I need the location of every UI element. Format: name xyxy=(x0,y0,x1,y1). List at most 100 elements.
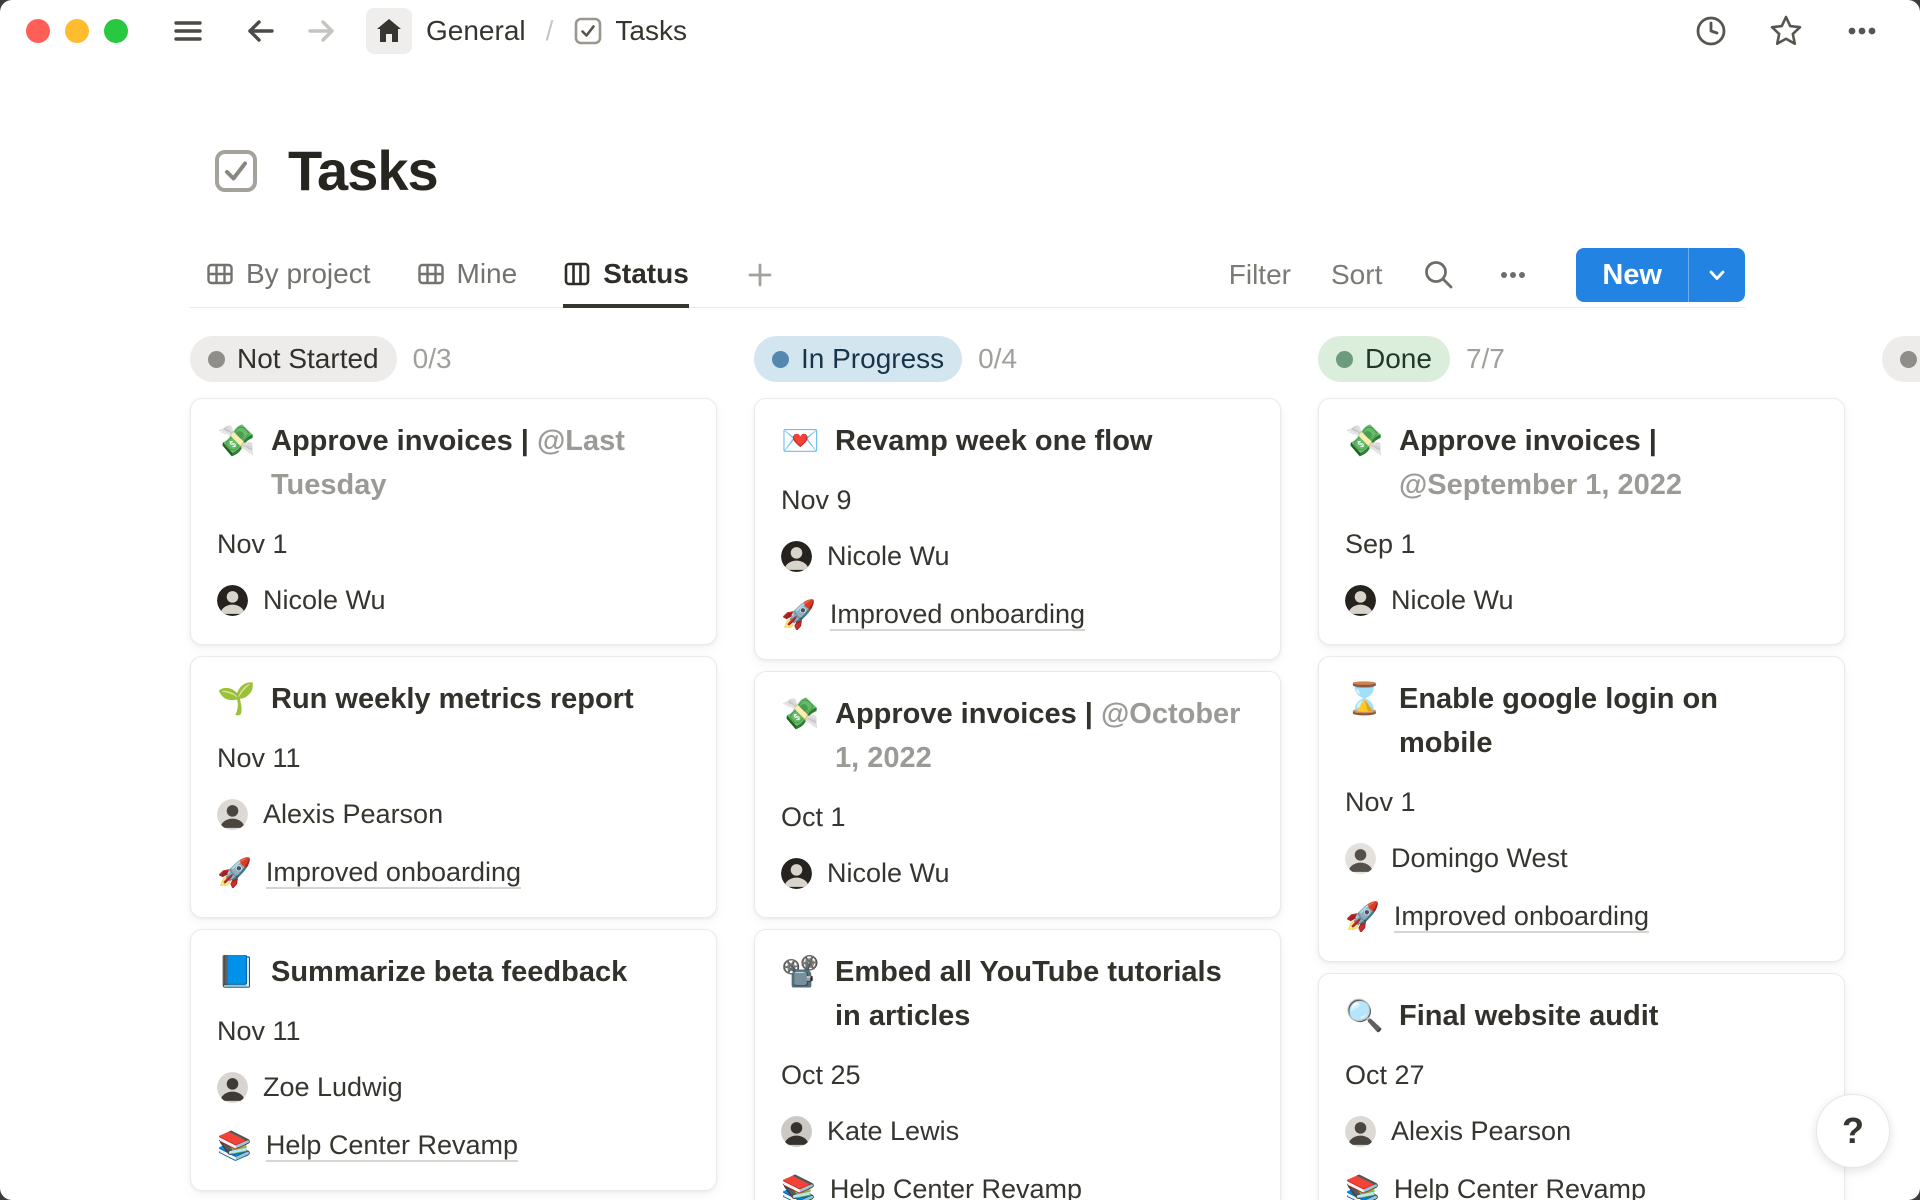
avatar xyxy=(1345,843,1376,874)
project-link[interactable]: Improved onboarding xyxy=(1394,901,1649,932)
card-title-text: Final website audit xyxy=(1399,994,1818,1038)
task-card[interactable]: 🌱Run weekly metrics reportNov 11Alexis P… xyxy=(190,656,717,918)
breadcrumb-root[interactable]: General xyxy=(426,15,526,47)
tab-status[interactable]: Status xyxy=(563,243,689,308)
history-clock-icon[interactable] xyxy=(1694,14,1728,48)
task-emoji-icon: 💸 xyxy=(1345,419,1391,507)
task-card[interactable]: 💌Revamp week one flowNov 9Nicole Wu🚀Impr… xyxy=(754,398,1281,660)
project-link[interactable]: Help Center Revamp xyxy=(1394,1174,1646,1200)
add-card-icon[interactable] xyxy=(1894,424,1920,460)
avatar xyxy=(217,1072,248,1103)
tab-by-project[interactable]: By project xyxy=(206,243,371,308)
card-title-text: Approve invoices | @September 1, 2022 xyxy=(1399,419,1818,507)
project-link[interactable]: Help Center Revamp xyxy=(266,1130,518,1161)
project-link[interactable]: Help Center Revamp xyxy=(830,1174,1082,1200)
card-title: ⌛Enable google login on mobile xyxy=(1345,677,1818,765)
assignee-name: Kate Lewis xyxy=(827,1116,959,1147)
card-assignee: Nicole Wu xyxy=(1345,585,1818,616)
avatar xyxy=(1345,1116,1376,1147)
view-toolbar: By project Mine Status Filter Sort xyxy=(190,243,1745,308)
column-count: 0/3 xyxy=(413,343,452,375)
home-icon[interactable] xyxy=(366,8,412,54)
back-arrow-icon[interactable] xyxy=(244,14,278,48)
tab-label: By project xyxy=(246,258,371,290)
sidebar-menu-icon[interactable] xyxy=(172,15,204,47)
card-title-main: Enable google login on mobile xyxy=(1399,683,1718,759)
card-title-text: Summarize beta feedback xyxy=(271,950,690,994)
avatar xyxy=(217,799,248,830)
task-emoji-icon: 📘 xyxy=(217,950,263,994)
card-due-date: Nov 11 xyxy=(217,743,690,773)
breadcrumb-page[interactable]: Tasks xyxy=(573,15,687,47)
card-title-text: Enable google login on mobile xyxy=(1399,677,1818,765)
more-options-icon[interactable] xyxy=(1844,13,1880,49)
task-card[interactable]: 🔍Final website auditOct 27Alexis Pearson… xyxy=(1318,973,1845,1200)
column-status-pill[interactable]: Not Started xyxy=(190,336,397,382)
sort-button[interactable]: Sort xyxy=(1331,259,1382,291)
column-cards: 💸Approve invoices | @September 1, 2022 Se… xyxy=(1318,398,1845,1200)
card-title-text: Embed all YouTube tutorials in articles xyxy=(835,950,1254,1038)
forward-arrow-icon[interactable] xyxy=(304,14,338,48)
add-view-icon[interactable] xyxy=(745,243,775,307)
task-card[interactable]: 💸Approve invoices | @September 1, 2022 Se… xyxy=(1318,398,1845,645)
column-status-pill[interactable]: Done xyxy=(1318,336,1450,382)
task-card[interactable]: 📽️Embed all YouTube tutorials in article… xyxy=(754,929,1281,1200)
status-dot-icon xyxy=(1900,351,1917,368)
view-options-icon[interactable] xyxy=(1496,258,1530,292)
card-title: 💸Approve invoices | @Last Tuesday xyxy=(217,419,690,507)
card-project: 🚀 Improved onboarding xyxy=(217,856,690,889)
task-card[interactable]: 📘Summarize beta feedbackNov 11Zoe Ludwig… xyxy=(190,929,717,1191)
avatar xyxy=(781,858,812,889)
assignee-name: Alexis Pearson xyxy=(263,799,443,830)
card-due-date: Sep 1 xyxy=(1345,529,1818,559)
card-due-date: Oct 25 xyxy=(781,1060,1254,1090)
assignee-name: Nicole Wu xyxy=(263,585,386,616)
avatar xyxy=(1345,585,1376,616)
status-dot-icon xyxy=(772,351,789,368)
card-assignee: Zoe Ludwig xyxy=(217,1072,690,1103)
minimize-window-button[interactable] xyxy=(65,19,89,43)
assignee-name: Nicole Wu xyxy=(827,858,950,889)
project-emoji-icon: 🚀 xyxy=(217,856,252,889)
card-project: 📚Help Center Revamp xyxy=(1345,1173,1818,1200)
new-dropdown-chevron-icon[interactable] xyxy=(1688,248,1745,302)
assignee-name: Alexis Pearson xyxy=(1391,1116,1571,1147)
favorite-star-icon[interactable] xyxy=(1768,13,1804,49)
page-checkbox-icon xyxy=(212,147,260,195)
card-due-date: Nov 1 xyxy=(217,529,690,559)
card-assignee: Nicole Wu xyxy=(217,585,690,616)
column-status-pill[interactable]: A xyxy=(1882,336,1920,382)
assignee-name: Zoe Ludwig xyxy=(263,1072,403,1103)
card-due-date: Oct 27 xyxy=(1345,1060,1818,1090)
task-emoji-icon: ⌛ xyxy=(1345,677,1391,765)
column-header: Done 7/7 xyxy=(1318,336,1845,382)
search-icon[interactable] xyxy=(1422,258,1456,292)
date-mention: @September 1, 2022 xyxy=(1399,469,1682,501)
board: Not Started 0/3 💸Approve invoices | @Las… xyxy=(0,336,1920,1200)
checkbox-icon xyxy=(573,16,603,46)
page-title: Tasks xyxy=(288,138,438,203)
card-assignee: Domingo West xyxy=(1345,843,1818,874)
zoom-window-button[interactable] xyxy=(104,19,128,43)
avatar xyxy=(217,585,248,616)
breadcrumb-page-label: Tasks xyxy=(615,15,687,47)
filter-button[interactable]: Filter xyxy=(1229,259,1291,291)
tab-mine[interactable]: Mine xyxy=(417,243,518,308)
project-link[interactable]: Improved onboarding xyxy=(266,857,521,888)
task-card[interactable]: ⌛Enable google login on mobileNov 1Domin… xyxy=(1318,656,1845,962)
view-tabs: By project Mine Status xyxy=(190,243,775,307)
card-title: 📽️Embed all YouTube tutorials in article… xyxy=(781,950,1254,1038)
new-button[interactable]: New xyxy=(1576,248,1745,302)
card-title: 💌Revamp week one flow xyxy=(781,419,1254,463)
card-title-main: Approve invoices | xyxy=(1399,425,1657,457)
help-button[interactable]: ? xyxy=(1816,1094,1890,1168)
column-count: 0/4 xyxy=(978,343,1017,375)
project-link[interactable]: Improved onboarding xyxy=(830,599,1085,630)
tab-label: Status xyxy=(603,258,689,290)
close-window-button[interactable] xyxy=(26,19,50,43)
column-status-pill[interactable]: In Progress xyxy=(754,336,962,382)
new-button-label: New xyxy=(1576,248,1688,302)
task-card[interactable]: 💸Approve invoices | @Last Tuesday Nov 1 Ni… xyxy=(190,398,717,645)
task-card[interactable]: 💸Approve invoices | @October 1, 2022Oct … xyxy=(754,671,1281,918)
column-cards: 💸Approve invoices | @Last Tuesday Nov 1 Ni… xyxy=(190,398,717,1191)
